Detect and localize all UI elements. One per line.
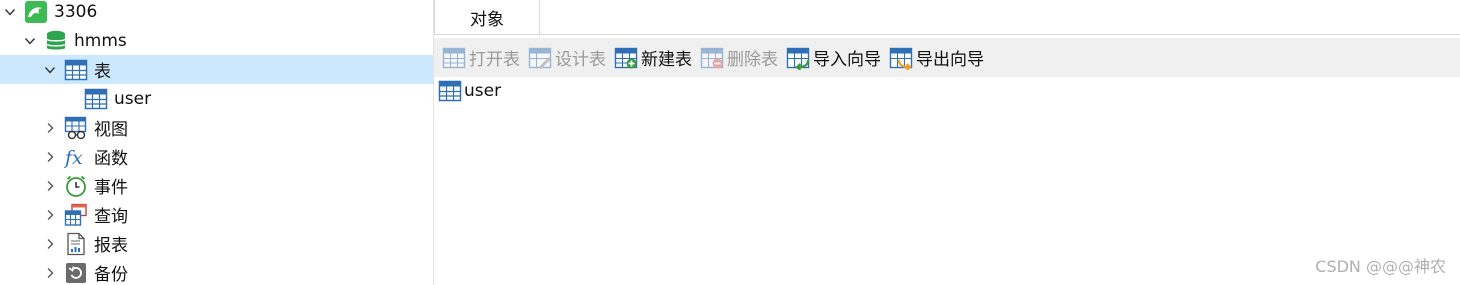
delete-table-button[interactable]: 删除表 <box>700 43 778 73</box>
import-wizard-icon <box>786 46 810 70</box>
new-table-button[interactable]: 新建表 <box>614 43 692 73</box>
tree-node-table-user[interactable]: user <box>0 84 433 113</box>
tree-node-reports[interactable]: 报表 <box>0 229 433 258</box>
new-table-label: 新建表 <box>641 50 692 70</box>
tree-node-connection[interactable]: 3306 <box>0 0 433 26</box>
tree-node-tables[interactable]: 表 <box>0 55 433 84</box>
tree-item-label: user <box>114 88 152 109</box>
database-icon <box>44 29 68 53</box>
tree-node-functions[interactable]: fx 函数 <box>0 142 433 171</box>
chevron-right-icon[interactable] <box>42 178 58 194</box>
tree-item-label: 视图 <box>94 120 128 140</box>
design-table-button[interactable]: 设计表 <box>528 43 606 73</box>
tree-node-database[interactable]: hmms <box>0 26 433 55</box>
tree-item-label: 表 <box>94 62 111 82</box>
chevron-right-icon[interactable] <box>42 265 58 281</box>
design-table-icon <box>528 46 552 70</box>
chevron-down-icon[interactable] <box>42 62 58 78</box>
tab-bar: 对象 <box>434 0 1460 35</box>
navicat-window: 3306 hmms 表 user 视图 fx 函数 事件 查询 报表 备份 对象… <box>0 0 1460 285</box>
table-icon <box>438 79 462 103</box>
delete-table-icon <box>700 46 724 70</box>
new-table-icon <box>614 46 638 70</box>
import-wizard-button[interactable]: 导入向导 <box>786 43 881 73</box>
tree-item-label: 备份 <box>94 265 128 285</box>
tree-item-label: 报表 <box>94 236 128 256</box>
tree-node-events[interactable]: 事件 <box>0 171 433 200</box>
tree-item-label: 函数 <box>94 149 128 169</box>
table-icon <box>64 58 88 82</box>
design-table-label: 设计表 <box>555 50 606 70</box>
object-item-label: user <box>464 81 502 101</box>
object-item-user[interactable]: user <box>438 78 501 104</box>
tree-item-label: 查询 <box>94 207 128 227</box>
connection-label: 3306 <box>54 1 98 22</box>
mysql-dolphin-icon <box>24 0 48 24</box>
watermark: CSDN @@@神农 <box>1315 257 1446 276</box>
object-panel: 对象 打开表 设计表 新建表 删除表 导入向导 导出向导 user CSDN @… <box>434 0 1460 285</box>
object-toolbar: 打开表 设计表 新建表 删除表 导入向导 导出向导 <box>434 38 1460 77</box>
open-table-button[interactable]: 打开表 <box>442 43 520 73</box>
chevron-right-icon[interactable] <box>42 120 58 136</box>
backup-icon <box>64 261 88 285</box>
tree-node-views[interactable]: 视图 <box>0 113 433 142</box>
tree-node-backups[interactable]: 备份 <box>0 258 433 285</box>
svg-text:fx: fx <box>64 147 83 169</box>
chevron-right-icon[interactable] <box>42 236 58 252</box>
function-icon: fx <box>64 145 88 169</box>
report-icon <box>64 232 88 256</box>
export-wizard-icon <box>889 46 913 70</box>
database-label: hmms <box>74 30 127 51</box>
tab-objects[interactable]: 对象 <box>434 0 540 34</box>
chevron-down-icon[interactable] <box>22 33 38 49</box>
import-wizard-label: 导入向导 <box>813 50 881 70</box>
tree-item-label: 事件 <box>94 178 128 198</box>
connection-tree: 3306 hmms 表 user 视图 fx 函数 事件 查询 报表 备份 <box>0 0 434 285</box>
open-table-label: 打开表 <box>469 50 520 70</box>
chevron-down-icon[interactable] <box>2 4 18 20</box>
export-wizard-button[interactable]: 导出向导 <box>889 43 984 73</box>
event-clock-icon <box>64 174 88 198</box>
chevron-right-icon[interactable] <box>42 207 58 223</box>
tree-node-queries[interactable]: 查询 <box>0 200 433 229</box>
open-table-icon <box>442 46 466 70</box>
query-icon <box>64 203 88 227</box>
object-list: user <box>434 78 1460 285</box>
delete-table-label: 删除表 <box>727 50 778 70</box>
export-wizard-label: 导出向导 <box>916 50 984 70</box>
view-icon <box>64 116 88 140</box>
chevron-right-icon[interactable] <box>42 149 58 165</box>
table-icon <box>84 87 108 111</box>
